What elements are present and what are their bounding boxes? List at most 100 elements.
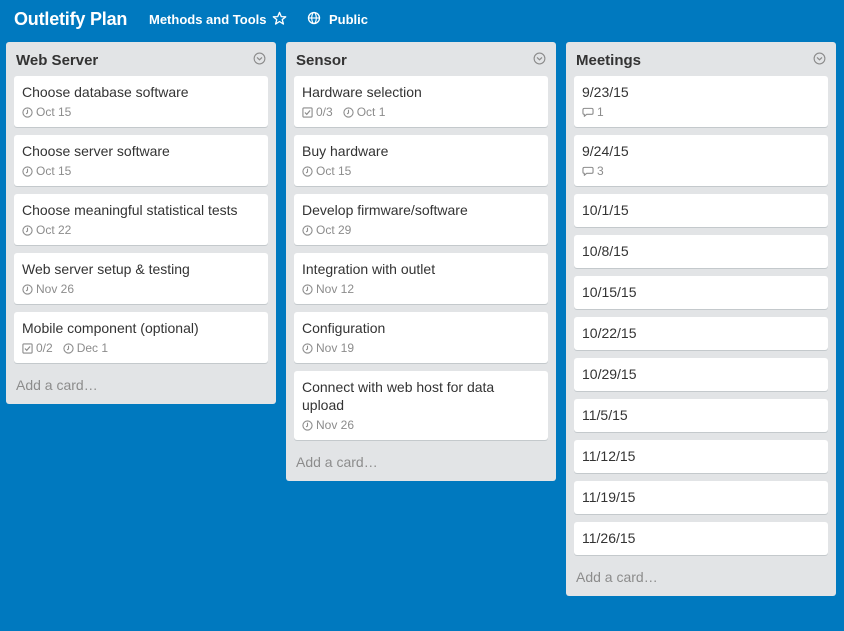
card[interactable]: Choose database software Oct 15 (14, 76, 268, 127)
card[interactable]: 11/5/15 (574, 399, 828, 432)
clock-icon (302, 283, 313, 295)
card[interactable]: Configuration Nov 19 (294, 312, 548, 363)
globe-icon[interactable] (307, 11, 321, 25)
due-date-badge: Oct 15 (22, 105, 71, 119)
card-title: 11/19/15 (582, 489, 636, 505)
checklist-text: 0/2 (36, 341, 53, 355)
card[interactable]: Hardware selection 0/3 Oct 1 (294, 76, 548, 127)
card-title: 10/15/15 (582, 284, 637, 300)
card-title: Connect with web host for data upload (302, 379, 495, 413)
clock-icon (302, 224, 313, 236)
chevron-down-icon[interactable] (533, 52, 546, 65)
due-date-text: Nov 12 (316, 282, 355, 296)
due-date-badge: Oct 15 (302, 164, 351, 178)
card[interactable]: Develop firmware/software Oct 29 (294, 194, 548, 245)
clock-icon (22, 224, 33, 236)
card[interactable]: Mobile component (optional) 0/2 Dec 1 (14, 312, 268, 363)
due-date-badge: Nov 26 (22, 282, 74, 296)
card-title: Develop firmware/software (302, 202, 468, 218)
star-icon[interactable] (272, 11, 287, 26)
list-title[interactable]: Web Server (16, 52, 98, 69)
due-date-text: Oct 15 (36, 164, 72, 178)
card-title: Integration with outlet (302, 261, 436, 277)
clock-icon (302, 342, 313, 354)
card[interactable]: Web server setup & testing Nov 26 (14, 253, 268, 304)
list-header: Meetings (566, 42, 836, 76)
add-card-button[interactable]: Add a card… (286, 448, 556, 481)
card[interactable]: Integration with outlet Nov 12 (294, 253, 548, 304)
list-sensor: Sensor Hardware selection 0/3 Oct 1 Buy … (286, 42, 556, 481)
card-title: 11/26/15 (582, 530, 636, 546)
card[interactable]: 9/24/15 3 (574, 135, 828, 186)
card-badges: Nov 12 (302, 282, 540, 296)
add-card-button[interactable]: Add a card… (6, 371, 276, 404)
card-badges: 1 (582, 105, 820, 119)
due-date-text: Oct 15 (316, 164, 352, 178)
list-meetings: Meetings 9/23/15 1 9/24/15 3 10/1/15 10/… (566, 42, 836, 596)
due-date-text: Nov 26 (36, 282, 75, 296)
due-date-badge: Dec 1 (63, 341, 108, 355)
card-badges: 3 (582, 164, 820, 178)
card[interactable]: 10/1/15 (574, 194, 828, 227)
visibility-label[interactable]: Public (329, 12, 368, 27)
clock-icon (343, 106, 354, 118)
card-title: Mobile component (optional) (22, 320, 199, 336)
card-list: Hardware selection 0/3 Oct 1 Buy hardwar… (286, 76, 556, 440)
comments-badge: 3 (582, 164, 604, 178)
board-title[interactable]: Outletify Plan (14, 9, 127, 30)
due-date-badge: Nov 12 (302, 282, 354, 296)
clock-icon (22, 165, 33, 177)
card[interactable]: 10/22/15 (574, 317, 828, 350)
due-date-text: Nov 19 (316, 341, 355, 355)
card-badges: Nov 26 (22, 282, 260, 296)
chevron-down-icon[interactable] (253, 52, 266, 65)
due-date-text: Dec 1 (76, 341, 109, 355)
card[interactable]: 10/8/15 (574, 235, 828, 268)
card-title: 10/8/15 (582, 243, 629, 259)
card-badges: Oct 29 (302, 223, 540, 237)
list-header: Web Server (6, 42, 276, 76)
list-title[interactable]: Meetings (576, 52, 641, 69)
chevron-down-icon[interactable] (813, 52, 826, 65)
comments-count: 1 (597, 105, 604, 119)
card-badges: Nov 19 (302, 341, 540, 355)
add-card-button[interactable]: Add a card… (566, 563, 836, 596)
card-badges: 0/3 Oct 1 (302, 105, 540, 119)
checklist-badge: 0/3 (302, 105, 333, 119)
clock-icon (22, 283, 33, 295)
checklist-text: 0/3 (316, 105, 333, 119)
comments-count: 3 (597, 164, 604, 178)
due-date-text: Nov 26 (316, 418, 355, 432)
card-badges: Oct 15 (22, 105, 260, 119)
due-date-text: Oct 22 (36, 223, 72, 237)
card[interactable]: Choose meaningful statistical tests Oct … (14, 194, 268, 245)
card-badges: Oct 15 (22, 164, 260, 178)
clock-icon (302, 165, 313, 177)
clock-icon (22, 106, 33, 118)
due-date-badge: Nov 26 (302, 418, 354, 432)
card-title: 11/12/15 (582, 448, 636, 464)
card[interactable]: 10/15/15 (574, 276, 828, 309)
card[interactable]: 11/19/15 (574, 481, 828, 514)
card[interactable]: 9/23/15 1 (574, 76, 828, 127)
list-header: Sensor (286, 42, 556, 76)
card-title: Configuration (302, 320, 386, 336)
card[interactable]: Connect with web host for data upload No… (294, 371, 548, 440)
card[interactable]: 11/12/15 (574, 440, 828, 473)
card[interactable]: 11/26/15 (574, 522, 828, 555)
checklist-icon (302, 106, 313, 118)
organization-link[interactable]: Methods and Tools (149, 12, 266, 27)
clock-icon (63, 342, 74, 354)
clock-icon (302, 419, 313, 431)
card[interactable]: Buy hardware Oct 15 (294, 135, 548, 186)
comment-icon (582, 107, 594, 117)
card-title: Choose server software (22, 143, 170, 159)
card-badges: 0/2 Dec 1 (22, 341, 260, 355)
card-title: Web server setup & testing (22, 261, 190, 277)
card[interactable]: Choose server software Oct 15 (14, 135, 268, 186)
card-title: 9/23/15 (582, 84, 629, 100)
card[interactable]: 10/29/15 (574, 358, 828, 391)
card-title: Choose meaningful statistical tests (22, 202, 238, 218)
list-title[interactable]: Sensor (296, 52, 347, 69)
card-title: 11/5/15 (582, 407, 628, 423)
